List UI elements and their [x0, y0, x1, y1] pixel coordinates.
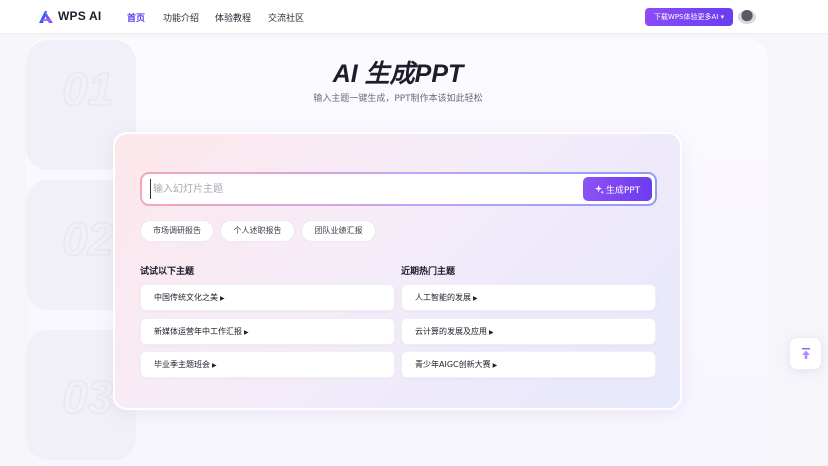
step-number-03: 03 — [61, 371, 114, 424]
page-title: AI 生成PPT — [332, 60, 464, 88]
back-to-top-icon — [801, 347, 810, 359]
suggestion-item[interactable]: 毕业季主题班会 ▶ — [140, 351, 395, 378]
nav-features[interactable]: 功能介绍 — [163, 11, 199, 24]
chip-team-performance[interactable]: 团队业绩汇报 — [301, 220, 376, 242]
hot-topic-item[interactable]: 青少年AIGC创新大赛 ▶ — [401, 351, 656, 378]
hot-topics-title: 近期热门主题 — [401, 267, 456, 277]
hot-topic-label: 青少年AIGC创新大赛 — [415, 360, 491, 369]
hot-topic-item[interactable]: 云计算的发展及应用 ▶ — [401, 318, 656, 345]
nav-home[interactable]: 首页 — [127, 11, 145, 24]
play-arrow-icon: ▶ — [220, 295, 225, 302]
topic-input-container: 生成PPT — [142, 174, 655, 204]
hot-topic-item[interactable]: 人工智能的发展 ▶ — [401, 284, 656, 311]
chip-market-research[interactable]: 市场调研报告 — [140, 220, 214, 242]
play-arrow-icon: ▶ — [492, 362, 498, 369]
play-arrow-icon: ▶ — [489, 329, 494, 336]
nav-community[interactable]: 交流社区 — [268, 11, 304, 24]
play-arrow-icon: ▶ — [473, 295, 478, 302]
hot-topic-label: 云计算的发展及应用 — [415, 327, 487, 336]
avatar[interactable] — [738, 10, 756, 24]
play-arrow-icon: ▶ — [212, 362, 217, 369]
hot-topic-label: 人工智能的发展 — [415, 293, 471, 302]
download-wps-button[interactable]: 下载WPS体验更多AI ▾ — [645, 8, 733, 26]
suggestion-label: 中国传统文化之美 — [154, 293, 218, 302]
suggestion-item[interactable]: 中国传统文化之美 ▶ — [140, 284, 395, 311]
topic-input[interactable] — [150, 179, 570, 199]
generate-ppt-label: 生成PPT — [605, 185, 641, 196]
brand-name[interactable]: WPS AI — [58, 9, 101, 23]
sparkle-icon — [594, 184, 604, 194]
chip-personal-report[interactable]: 个人述职报告 — [220, 220, 295, 242]
wps-ai-logo-icon[interactable] — [38, 10, 54, 24]
ppt-generator-panel: 生成PPT 市场调研报告 个人述职报告 团队业绩汇报 试试以下主题 近期热门主题… — [113, 132, 682, 410]
page-subtitle: 输入主题一键生成，PPT制作本该如此轻松 — [313, 94, 483, 104]
nav-tutorial[interactable]: 体验教程 — [215, 11, 251, 24]
back-to-top-button[interactable] — [789, 337, 822, 370]
topic-input-border: 生成PPT — [140, 172, 657, 206]
suggestion-item[interactable]: 新媒体运营年中工作汇报 ▶ — [140, 318, 395, 345]
suggestion-label: 新媒体运营年中工作汇报 — [154, 327, 242, 336]
play-arrow-icon: ▶ — [244, 329, 249, 336]
step-number-02: 02 — [61, 213, 114, 266]
try-topics-title: 试试以下主题 — [140, 267, 195, 277]
generate-ppt-button[interactable]: 生成PPT — [583, 177, 652, 201]
top-navigation-bar: WPS AI 首页 功能介绍 体验教程 交流社区 下载WPS体验更多AI ▾ — [0, 0, 828, 34]
suggestion-label: 毕业季主题班会 — [154, 360, 210, 369]
